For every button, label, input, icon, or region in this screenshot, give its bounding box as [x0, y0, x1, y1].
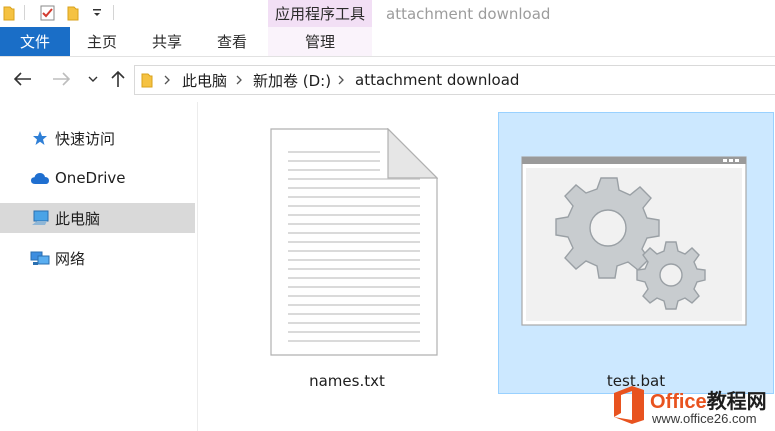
title-bar: 应用程序工具 attachment download: [0, 0, 775, 27]
sidebar-item-quick-access[interactable]: 快速访问: [0, 123, 195, 153]
breadcrumb-chevron-icon[interactable]: [161, 66, 173, 94]
up-arrow-icon[interactable]: [107, 68, 129, 90]
file-explorer-window: 应用程序工具 attachment download 文件 主页 共享 查看 管…: [0, 0, 775, 431]
watermark-url: www.office26.com: [652, 411, 757, 426]
cloud-icon: [30, 168, 50, 188]
address-bar[interactable]: 此电脑 新加卷 (D:) attachment download: [134, 65, 775, 95]
sidebar-item-onedrive[interactable]: OneDrive: [0, 163, 195, 193]
navigation-pane: 快速访问 OneDrive 此电脑 网络: [0, 102, 198, 431]
computer-icon: [30, 208, 50, 228]
window-title: attachment download: [386, 4, 551, 23]
tab-manage[interactable]: 管理: [268, 27, 372, 56]
back-arrow-icon[interactable]: [12, 68, 34, 90]
file-item-names-txt[interactable]: names.txt: [257, 112, 439, 394]
text-document-icon: [270, 127, 439, 360]
sidebar-item-label: 此电脑: [55, 209, 101, 228]
sidebar-item-label: 快速访问: [55, 129, 116, 148]
batch-file-icon: [521, 156, 747, 330]
ribbon-tabs: 文件 主页 共享 查看 管理: [0, 27, 775, 57]
breadcrumb-current-folder[interactable]: attachment download: [355, 66, 519, 94]
tab-home[interactable]: 主页: [80, 27, 124, 56]
watermark-brand: Office教程网: [650, 385, 767, 414]
file-item-test-bat[interactable]: test.bat: [498, 112, 774, 394]
watermark-brand-suffix: 教程网: [706, 391, 767, 413]
sidebar-item-label: 网络: [55, 249, 86, 268]
sidebar-item-label: OneDrive: [55, 169, 126, 187]
tab-file[interactable]: 文件: [0, 27, 70, 56]
file-name-label: names.txt: [309, 372, 385, 390]
tab-share[interactable]: 共享: [145, 27, 189, 56]
sidebar-item-this-pc[interactable]: 此电脑: [0, 203, 195, 233]
forward-arrow-icon[interactable]: [50, 68, 72, 90]
star-icon: [30, 128, 50, 148]
office-logo-icon: [612, 385, 646, 429]
folder-icon[interactable]: [2, 4, 16, 22]
watermark: Office教程网 www.office26.com: [610, 380, 775, 431]
breadcrumb-chevron-icon[interactable]: [233, 66, 245, 94]
customize-toolbar-icon[interactable]: [90, 4, 104, 22]
tab-view[interactable]: 查看: [210, 27, 254, 56]
qat-separator: [113, 5, 114, 20]
properties-icon[interactable]: [38, 4, 58, 22]
breadcrumb-drive-d[interactable]: 新加卷 (D:): [253, 66, 331, 94]
breadcrumb-this-pc[interactable]: 此电脑: [182, 66, 227, 94]
tool-context-label: 应用程序工具: [268, 0, 372, 27]
breadcrumb-chevron-icon[interactable]: [335, 66, 347, 94]
sidebar-item-network[interactable]: 网络: [0, 243, 195, 273]
new-folder-icon[interactable]: [66, 4, 80, 22]
recent-locations-chevron-icon[interactable]: [82, 68, 104, 90]
network-icon: [30, 248, 50, 268]
folder-icon: [141, 66, 155, 94]
watermark-brand-office: Office: [650, 391, 707, 413]
qat-separator: [24, 5, 25, 20]
